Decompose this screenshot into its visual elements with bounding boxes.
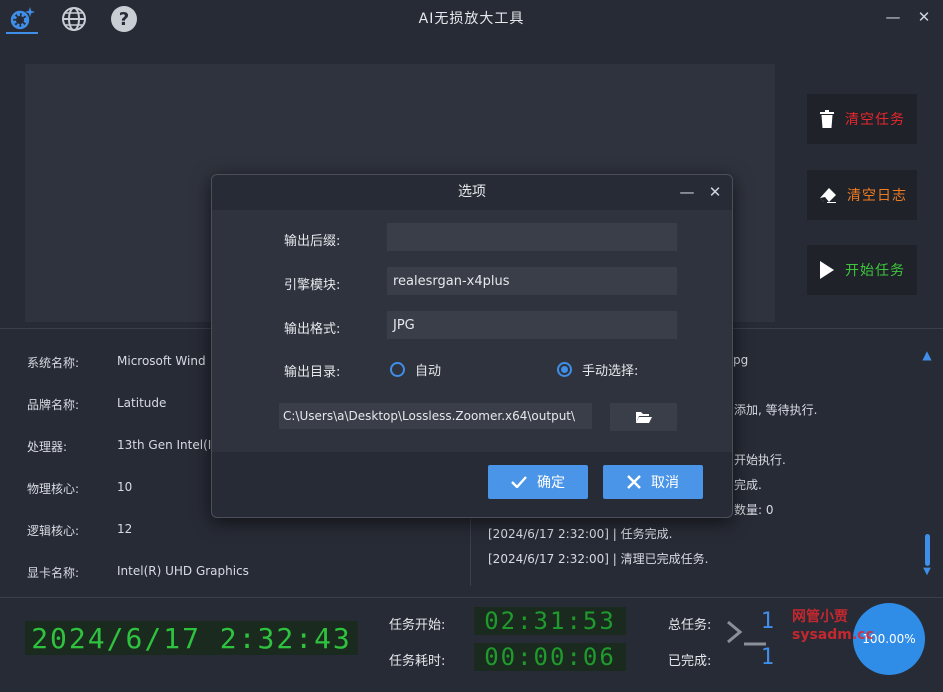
folder-open-icon [635, 412, 652, 423]
scroll-up-icon[interactable]: ▲ [920, 348, 934, 362]
minimize-button[interactable]: — [881, 6, 905, 28]
info-value: 12 [117, 522, 133, 536]
log-line: 数量: 0 [734, 503, 774, 517]
cancel-label: 取消 [651, 475, 679, 491]
log-line: 完成. [734, 478, 762, 492]
cancel-button[interactable]: 取消 [603, 465, 703, 499]
info-key: 物理核心: [27, 482, 80, 496]
log-line: [2024/6/17 2:32:00] | 任务完成. [488, 527, 673, 541]
watermark-line: sysadm.cc [792, 627, 874, 643]
info-row-cpu: 处理器: 13th Gen Intel(I [27, 438, 211, 458]
task-elapsed-label: 任务耗时: [389, 654, 446, 669]
trash-icon [820, 110, 834, 128]
watermark-line: 网管小贾 [792, 609, 848, 625]
clear-tasks-label: 清空任务 [845, 112, 905, 128]
check-icon [511, 476, 527, 488]
watermark: 网管小贾 sysadm.cc [792, 608, 874, 644]
info-value: 10 [117, 480, 133, 494]
start-tasks-button[interactable]: 开始任务 [807, 245, 917, 295]
close-button[interactable]: ✕ [912, 6, 936, 28]
output-dir-label: 输出目录: [284, 365, 341, 380]
clear-tasks-button[interactable]: 清空任务 [807, 94, 917, 144]
terminal-icon [727, 620, 766, 646]
format-label: 输出格式: [284, 322, 341, 337]
info-row-physical-cores: 物理核心: 10 [27, 480, 132, 500]
total-tasks-label: 总任务: [668, 618, 712, 633]
info-row-logical-cores: 逻辑核心: 12 [27, 522, 132, 542]
ok-button[interactable]: 确定 [488, 465, 588, 499]
output-manual-label: 手动选择: [582, 364, 639, 379]
info-key: 系统名称: [27, 356, 80, 370]
suffix-input[interactable] [387, 223, 677, 251]
clear-log-button[interactable]: 清空日志 [807, 170, 917, 220]
info-value: Latitude [117, 396, 167, 410]
info-row-gpu: 显卡名称: Intel(R) UHD Graphics [27, 564, 249, 584]
info-row-brand: 品牌名称: Latitude [27, 396, 166, 416]
app-title: AI无损放大工具 [418, 11, 525, 27]
engine-label: 引擎模块: [284, 278, 341, 293]
log-line: [2024/6/17 2:32:00] | 清理已完成任务. [488, 552, 709, 566]
dialog-title: 选项 [458, 184, 486, 200]
options-dialog: 选项 — ✕ 输出后缀: 引擎模块: realesrgan-x4plus 输出格… [211, 174, 733, 518]
info-value: Intel(R) UHD Graphics [117, 564, 249, 578]
title-bar: ? AI无损放大工具 — ✕ [0, 0, 943, 40]
info-value: Microsoft Wind [117, 354, 206, 368]
output-auto-radio[interactable]: 自动 [390, 360, 441, 379]
format-select[interactable]: JPG [387, 311, 677, 339]
log-border [470, 518, 471, 586]
output-auto-label: 自动 [415, 364, 442, 379]
output-manual-radio[interactable]: 手动选择: [557, 360, 638, 379]
log-line: 开始执行. [734, 453, 786, 467]
eraser-icon [820, 188, 836, 203]
engine-select[interactable]: realesrgan-x4plus [387, 267, 677, 295]
close-icon [627, 475, 641, 489]
info-row-os: 系统名称: Microsoft Wind [27, 354, 206, 374]
radio-circle-selected [557, 362, 572, 377]
clear-log-label: 清空日志 [847, 188, 907, 204]
dialog-minimize-button[interactable]: — [675, 181, 699, 203]
info-value: 13th Gen Intel(I [117, 438, 212, 452]
suffix-label: 输出后缀: [284, 234, 341, 249]
info-key: 逻辑核心: [27, 524, 80, 538]
browse-folder-button[interactable] [610, 403, 677, 431]
log-line: 添加, 等待执行. [734, 403, 818, 417]
clock-display: 2024/6/17 2:32:43 [25, 621, 358, 655]
log-line: pg [733, 353, 749, 367]
info-key: 显卡名称: [27, 566, 80, 580]
scroll-down-icon[interactable]: ▼ [920, 564, 934, 578]
divider [0, 597, 943, 598]
task-elapsed-display: 00:00:06 [474, 643, 626, 671]
info-key: 品牌名称: [27, 398, 80, 412]
dialog-close-button[interactable]: ✕ [703, 181, 727, 203]
info-key: 处理器: [27, 440, 68, 454]
log-scrollbar-thumb[interactable] [925, 534, 930, 566]
task-start-label: 任务开始: [389, 618, 446, 633]
output-path-input[interactable]: C:\Users\a\Desktop\Lossless.Zoomer.x64\o… [279, 403, 592, 429]
task-start-display: 02:31:53 [474, 607, 626, 635]
radio-circle [390, 362, 405, 377]
start-tasks-label: 开始任务 [845, 263, 905, 279]
ok-label: 确定 [537, 475, 565, 491]
completed-label: 已完成: [668, 654, 712, 669]
play-icon [820, 261, 834, 279]
